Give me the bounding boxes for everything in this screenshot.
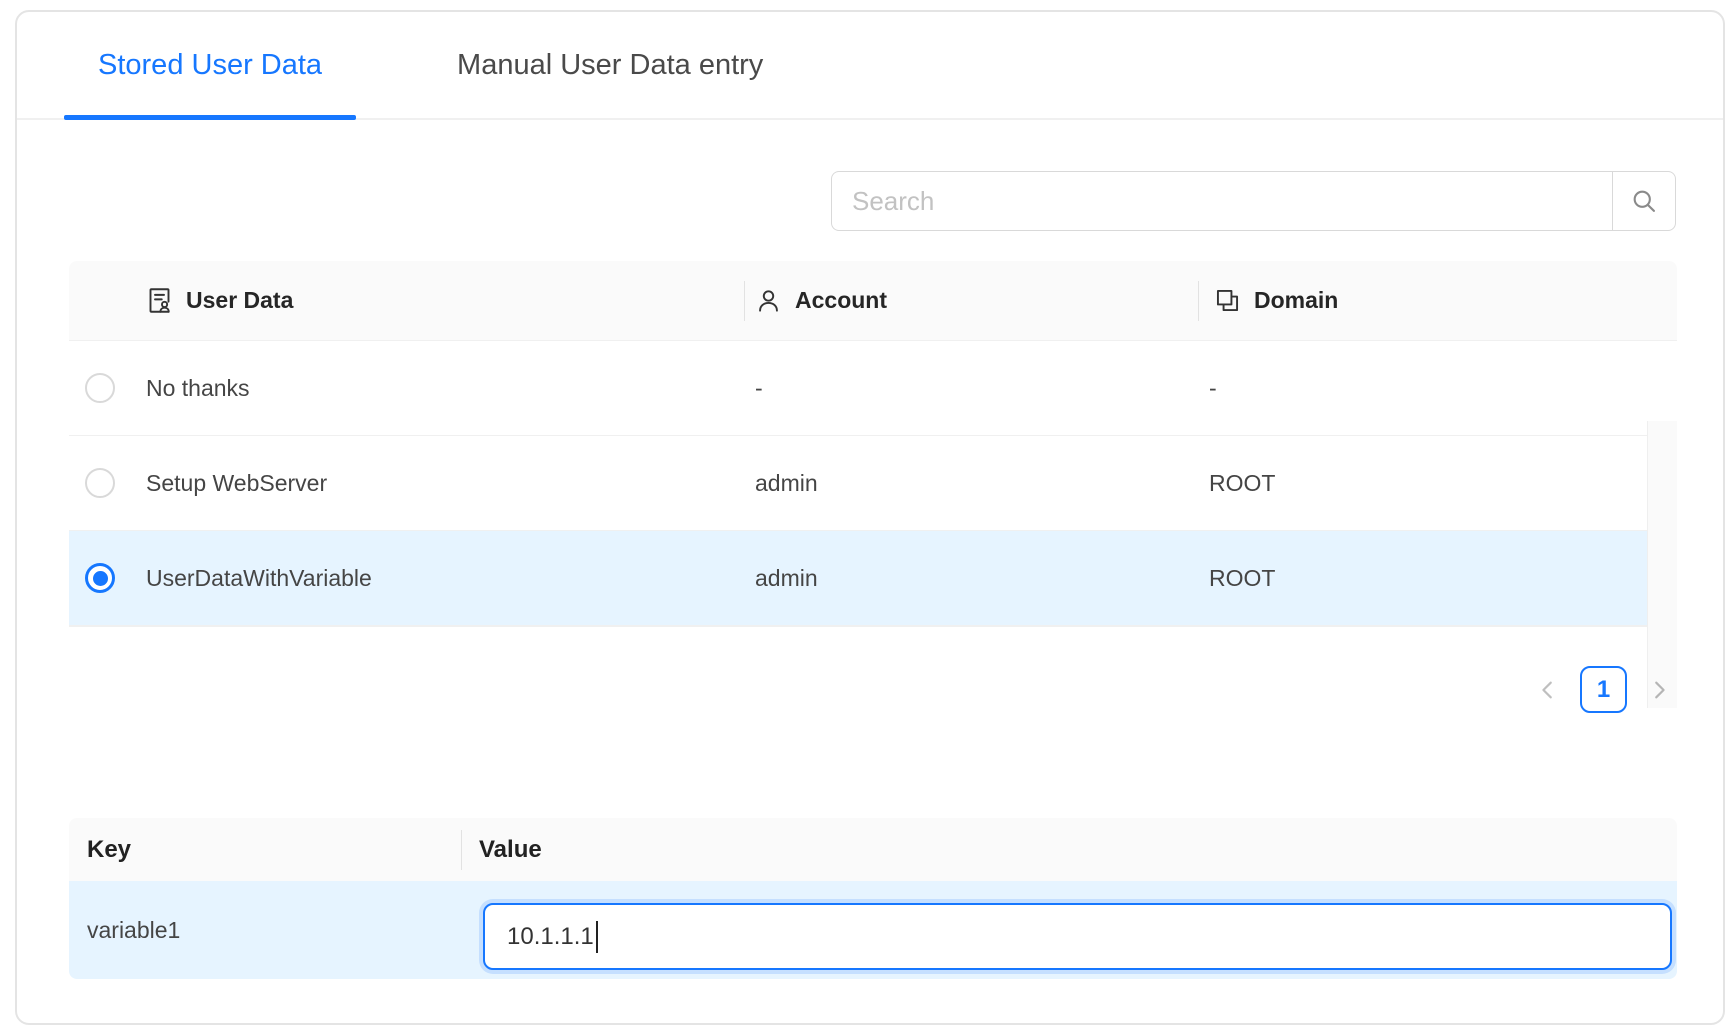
column-header-account: Account — [755, 261, 887, 340]
radio-unselected[interactable] — [85, 373, 115, 403]
cell-key: variable1 — [87, 881, 180, 979]
key-value-table: Key Value variable1 10.1.1.1 — [69, 818, 1677, 979]
header-divider — [1198, 281, 1199, 321]
table-header: User Data Account Domain — [69, 261, 1677, 341]
pagination-current-page: 1 — [1597, 676, 1610, 704]
column-header-value: Value — [479, 818, 542, 881]
table-row-selected[interactable]: UserDataWithVariable admin ROOT — [69, 531, 1647, 626]
cell-account: - — [755, 375, 763, 402]
search-icon — [1630, 187, 1658, 215]
tab-manual-user-data-entry[interactable]: Manual User Data entry — [423, 12, 797, 118]
header-divider — [461, 830, 462, 870]
search-bar — [831, 171, 1676, 231]
block-icon — [1214, 287, 1241, 314]
user-icon — [755, 287, 782, 314]
value-input-text: 10.1.1.1 — [507, 923, 594, 951]
key-value-header: Key Value — [69, 818, 1677, 881]
column-header-domain: Domain — [1214, 261, 1338, 340]
cell-domain: ROOT — [1209, 565, 1275, 592]
column-label-user-data: User Data — [186, 287, 293, 314]
cell-domain: - — [1209, 375, 1217, 402]
active-tab-indicator — [64, 115, 356, 120]
column-header-key: Key — [87, 818, 131, 881]
radio-unselected[interactable] — [85, 468, 115, 498]
chevron-left-icon — [1537, 679, 1559, 701]
cell-domain: ROOT — [1209, 470, 1275, 497]
pagination-page-1[interactable]: 1 — [1580, 666, 1627, 713]
tab-bar: Stored User Data Manual User Data entry — [17, 12, 1723, 120]
text-cursor — [596, 921, 598, 953]
pagination-prev-button[interactable] — [1533, 666, 1563, 713]
search-input[interactable] — [831, 171, 1612, 231]
column-label-domain: Domain — [1254, 287, 1338, 314]
pagination: 1 — [17, 666, 1674, 713]
column-header-user-data: User Data — [146, 261, 293, 340]
chevron-right-icon — [1648, 679, 1670, 701]
cell-user-data: Setup WebServer — [146, 470, 327, 497]
tab-stored-user-data-label: Stored User Data — [98, 49, 322, 82]
cell-account: admin — [755, 470, 818, 497]
cell-user-data: No thanks — [146, 375, 250, 402]
table-row[interactable]: Setup WebServer admin ROOT — [69, 436, 1647, 531]
user-data-panel: Stored User Data Manual User Data entry — [15, 10, 1725, 1025]
radio-selected[interactable] — [85, 563, 115, 593]
table-row[interactable]: No thanks - - — [69, 341, 1647, 436]
value-input[interactable]: 10.1.1.1 — [483, 903, 1672, 970]
table-scrollbar-track[interactable] — [1647, 421, 1677, 708]
column-label-account: Account — [795, 287, 887, 314]
pagination-next-button[interactable] — [1644, 666, 1674, 713]
header-divider — [744, 281, 745, 321]
user-data-table: User Data Account Domain — [69, 261, 1677, 627]
cell-account: admin — [755, 565, 818, 592]
profile-document-icon — [146, 287, 173, 314]
tab-stored-user-data[interactable]: Stored User Data — [64, 12, 356, 118]
table-body: No thanks - - Setup WebServer admin ROOT… — [69, 341, 1677, 627]
search-button[interactable] — [1612, 171, 1676, 231]
tab-manual-user-data-entry-label: Manual User Data entry — [457, 49, 763, 82]
cell-user-data: UserDataWithVariable — [146, 565, 372, 592]
key-value-row: variable1 10.1.1.1 — [69, 881, 1677, 979]
